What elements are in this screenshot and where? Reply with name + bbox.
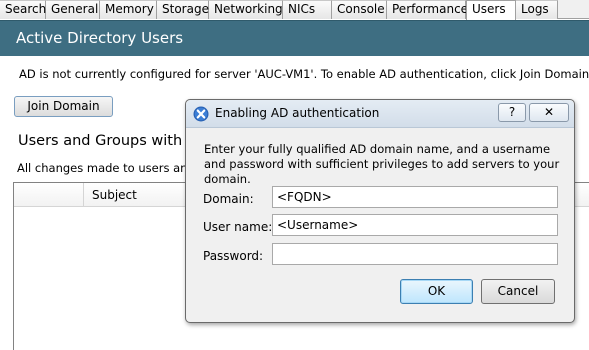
tab-storage[interactable]: Storage (157, 0, 209, 19)
tab-users[interactable]: Users (466, 0, 516, 20)
page-title: Active Directory Users (16, 29, 184, 47)
dialog-titlebar[interactable]: Enabling AD authentication ? ✕ (186, 100, 574, 128)
tab-logs[interactable]: Logs (516, 0, 558, 19)
ad-auth-dialog: Enabling AD authentication ? ✕ Enter you… (185, 99, 575, 323)
tab-search[interactable]: Search (0, 0, 46, 19)
column-divider[interactable] (83, 183, 84, 207)
ad-status-message: AD is not currently configured for serve… (19, 67, 589, 81)
username-field[interactable] (272, 214, 558, 236)
username-label: User name: (203, 220, 273, 234)
domain-field[interactable] (272, 186, 558, 208)
ok-button[interactable]: OK (400, 279, 473, 304)
password-label: Password: (203, 249, 264, 263)
tab-performance[interactable]: Performance (387, 0, 468, 19)
tab-networking[interactable]: Networking (209, 0, 283, 19)
cancel-button[interactable]: Cancel (481, 279, 555, 304)
password-field[interactable] (272, 243, 558, 265)
help-button[interactable]: ? (498, 103, 526, 122)
changes-note: All changes made to users and g (17, 161, 206, 175)
tab-general[interactable]: General (46, 0, 100, 19)
xenserver-icon (193, 106, 209, 122)
join-domain-button[interactable]: Join Domain (14, 96, 113, 117)
section-title: Users and Groups with Ac (18, 133, 205, 149)
tab-memory[interactable]: Memory (100, 0, 157, 19)
tab-nics[interactable]: NICs (283, 0, 332, 19)
close-button[interactable]: ✕ (529, 103, 569, 122)
tab-strip: Search General Memory Storage Networking… (0, 0, 589, 20)
dialog-title: Enabling AD authentication (215, 106, 380, 120)
tab-console[interactable]: Console (332, 0, 387, 19)
page-header: Active Directory Users (0, 20, 589, 56)
dialog-description: Enter your fully qualified AD domain nam… (204, 142, 560, 186)
column-header-subject[interactable]: Subject (92, 188, 137, 202)
domain-label: Domain: (203, 192, 254, 206)
